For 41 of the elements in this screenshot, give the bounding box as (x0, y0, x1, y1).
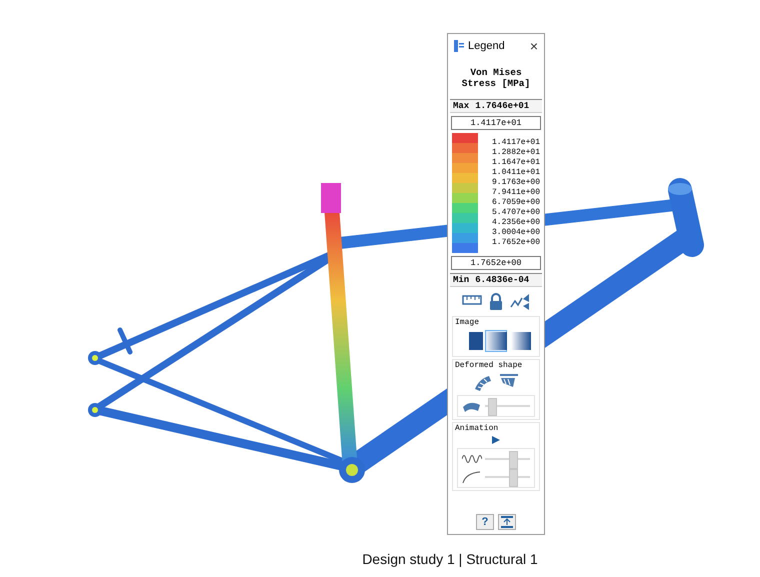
slider-thumb[interactable] (508, 451, 518, 469)
caption: Design study 1 | Structural 1 (361, 551, 539, 567)
legend-icon (454, 40, 464, 52)
deformation-overlay-icon[interactable] (499, 373, 519, 389)
scale-value: 5.4707e+00 (492, 208, 540, 218)
max-min-label: Min (453, 275, 470, 285)
export-button[interactable] (498, 514, 516, 530)
help-button[interactable]: ? (476, 514, 494, 530)
max-min-label: Max (453, 101, 470, 111)
section-label: Deformed shape (455, 361, 524, 370)
bent-beam-icon[interactable] (473, 373, 491, 391)
max-min-value: 1.7646e+01 (475, 101, 530, 111)
ruler-icon[interactable] (462, 293, 482, 307)
scale-value: 1.7652e+00 (492, 238, 540, 248)
scale-value: 1.1647e+01 (492, 158, 540, 168)
scale-value: 6.7059e+00 (492, 198, 540, 208)
scale-value: 1.4117e+01 (492, 138, 540, 148)
scale-value: 9.1763e+00 (492, 178, 540, 188)
section-label: Animation (455, 424, 500, 433)
scale-value: 1.0411e+01 (492, 168, 540, 178)
window-title: Legend (468, 40, 506, 52)
result-title: Von Mises Stress [MPa] (460, 66, 532, 91)
seat-post (321, 183, 341, 213)
display-mode-button[interactable] (509, 330, 531, 352)
probe-icon[interactable] (510, 293, 530, 311)
scale-value: 1.2882e+01 (492, 148, 540, 158)
scale-value: 3.0004e+00 (492, 228, 540, 238)
slider-thumb[interactable] (508, 469, 518, 487)
play-icon[interactable] (492, 436, 500, 444)
lock-icon[interactable] (488, 293, 504, 311)
curve-icon (462, 470, 482, 484)
upper-limit-field[interactable]: 1.4117e+01 (451, 116, 541, 130)
display-mode-button[interactable] (485, 330, 507, 352)
scale-value: 7.9411e+00 (492, 188, 540, 198)
lower-limit-field[interactable]: 1.7652e+00 (451, 256, 541, 270)
close-button[interactable]: × (530, 39, 538, 53)
max-min-value: 6.4836e-04 (475, 275, 530, 285)
wave-icon (462, 452, 482, 466)
scale-value: 4.2356e+00 (492, 218, 540, 228)
section-label: Image (455, 318, 480, 327)
slider-thumb[interactable] (488, 398, 497, 416)
